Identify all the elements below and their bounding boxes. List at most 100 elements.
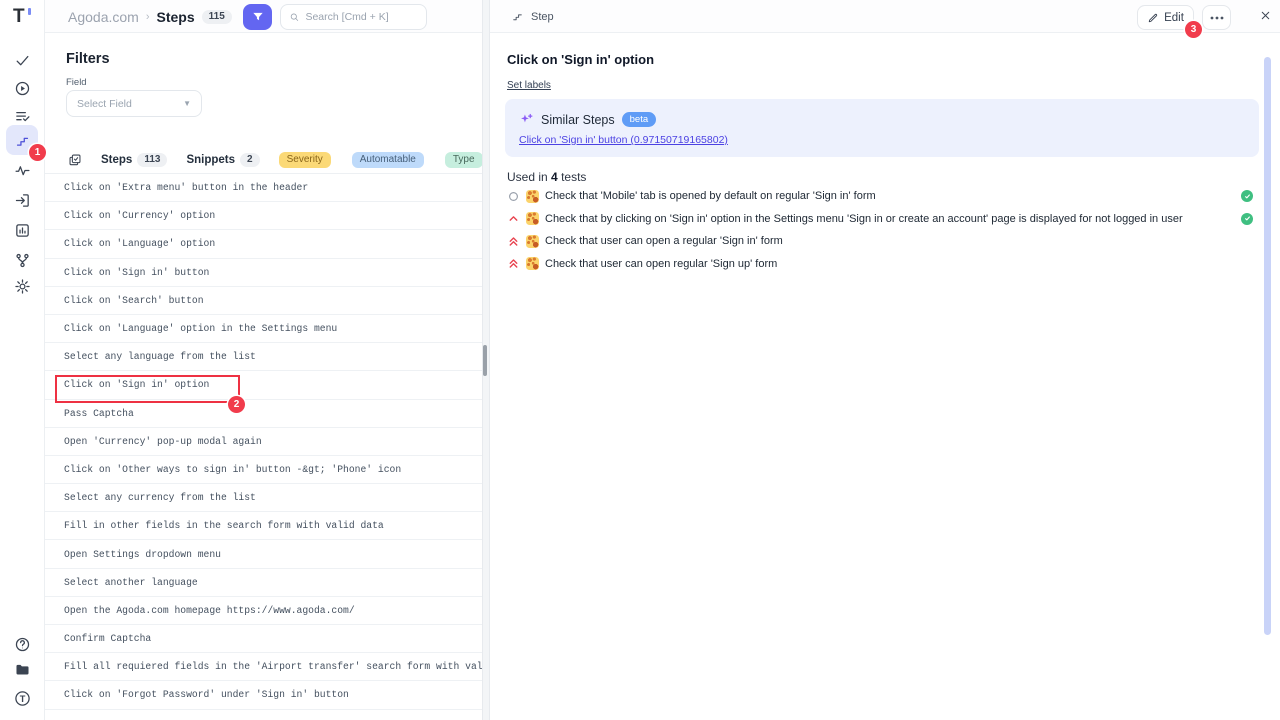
- test-row[interactable]: Check that user can open a regular 'Sign…: [490, 234, 1280, 248]
- step-row-text: Select any language from the list: [64, 351, 256, 362]
- filter-button[interactable]: [243, 4, 272, 30]
- test-row[interactable]: Check that by clicking on 'Sign in' opti…: [490, 212, 1280, 226]
- step-row-text: Select any currency from the list: [64, 492, 256, 503]
- step-row[interactable]: Click on 'Language' option in the Settin…: [45, 315, 482, 343]
- sidebar-item-logo-circle[interactable]: T: [6, 684, 38, 712]
- step-row[interactable]: Select another language: [45, 569, 482, 597]
- panel-close-button[interactable]: [1259, 9, 1272, 22]
- tab-snippets-count: 2: [240, 153, 260, 167]
- test-title: Check that 'Mobile' tab is opened by def…: [545, 190, 876, 202]
- steps-total-badge: 115: [202, 10, 232, 24]
- pencil-icon: [1147, 12, 1159, 24]
- sidebar-item-import[interactable]: [6, 186, 38, 214]
- step-row-text: Click on 'Sign in' option: [64, 379, 209, 390]
- similar-steps-title: Similar Steps: [541, 113, 615, 127]
- step-row[interactable]: Fill all requiered fields in the 'Airpor…: [45, 653, 482, 681]
- step-row-text: Open the Agoda.com homepage https://www.…: [64, 605, 355, 616]
- filter-tag-automatable[interactable]: Automatable: [352, 152, 424, 168]
- step-row[interactable]: Click on 'Forgot Password' under 'Sign i…: [45, 681, 482, 709]
- priority-highest-icon: [507, 257, 520, 270]
- sidebar-item-play-circle[interactable]: [6, 74, 38, 102]
- step-row-text: Click on 'Language' option: [64, 238, 215, 249]
- set-labels-link[interactable]: Set labels: [507, 80, 551, 91]
- step-row[interactable]: Click on 'Language' option: [45, 230, 482, 258]
- sidebar-item-help[interactable]: [6, 630, 38, 658]
- report-icon: [14, 222, 31, 239]
- test-row[interactable]: Check that 'Mobile' tab is opened by def…: [490, 189, 1280, 203]
- check-small-icon: [1243, 192, 1252, 201]
- folder-icon: [14, 661, 31, 678]
- filters-title: Filters: [66, 51, 110, 67]
- test-title: Check that by clicking on 'Sign in' opti…: [545, 213, 1183, 225]
- tab-snippets[interactable]: Snippets 2: [186, 153, 259, 167]
- step-row[interactable]: Click on 'Sign in' button: [45, 259, 482, 287]
- step-row-text: Click on 'Sign in' button: [64, 267, 209, 278]
- step-row-text: Open 'Currency' pop-up modal again: [64, 436, 262, 447]
- app-logo[interactable]: T: [13, 6, 37, 30]
- step-row-text: Pass Captcha: [64, 408, 134, 419]
- step-row[interactable]: Open Settings dropdown menu: [45, 540, 482, 568]
- step-row[interactable]: Click on 'Search' button: [45, 287, 482, 315]
- step-row[interactable]: Fill in other fields in the search form …: [45, 512, 482, 540]
- step-row-text: Click on 'Forgot Password' under 'Sign i…: [64, 689, 349, 700]
- annotation-badge-1: 1: [29, 144, 46, 161]
- similar-step-link[interactable]: Click on 'Sign in' button (0.97150719165…: [519, 134, 728, 146]
- step-row-text: Fill in other fields in the search form …: [64, 520, 384, 531]
- steps-list: 2 Click on 'Extra menu' button in the he…: [45, 174, 482, 720]
- step-row[interactable]: Open the Agoda.com homepage https://www.…: [45, 597, 482, 625]
- step-row[interactable]: Click on 'Other ways to sign in' button …: [45, 456, 482, 484]
- annotation-badge-2: 2: [228, 396, 245, 413]
- steps-panel: Agoda.com › Steps 115 Filters Field Sele…: [45, 0, 482, 720]
- sidebar-item-check[interactable]: [6, 46, 38, 74]
- step-row[interactable]: Select any currency from the list: [45, 484, 482, 512]
- step-row[interactable]: Click on 'Extra menu' button in the head…: [45, 174, 482, 202]
- tab-steps-count: 113: [137, 153, 167, 167]
- left-scrollbar-thumb[interactable]: [483, 345, 487, 376]
- step-row[interactable]: Confirm Captcha: [45, 625, 482, 653]
- test-emoji-icon: [526, 257, 539, 270]
- test-row[interactable]: Check that user can open regular 'Sign u…: [490, 257, 1280, 271]
- logo-tick-mark: [28, 8, 31, 15]
- beta-badge: beta: [622, 112, 657, 127]
- steps-icon: [511, 10, 524, 23]
- sidebar-item-gear[interactable]: [6, 272, 38, 300]
- tab-steps-label: Steps: [101, 154, 132, 166]
- similar-steps-box: Similar Steps beta Click on 'Sign in' bu…: [505, 99, 1259, 157]
- step-row[interactable]: Click on 'Sign in' option: [45, 371, 482, 399]
- left-header: Agoda.com › Steps 115: [45, 0, 482, 33]
- check-icon: [14, 52, 31, 69]
- svg-text:T: T: [19, 693, 25, 703]
- tab-steps[interactable]: Steps 113: [101, 153, 167, 167]
- sparkles-icon: [519, 112, 534, 127]
- step-row[interactable]: Open 'Currency' pop-up modal again: [45, 428, 482, 456]
- field-select[interactable]: Select Field ▼: [66, 90, 202, 117]
- right-scrollbar-thumb[interactable]: [1264, 57, 1271, 635]
- step-row[interactable]: Select any language from the list: [45, 343, 482, 371]
- sidebar-item-folder[interactable]: [6, 655, 38, 683]
- breadcrumb-project[interactable]: Agoda.com: [68, 9, 139, 25]
- step-row-text: Click on 'Other ways to sign in' button …: [64, 464, 401, 475]
- pulse-icon: [14, 162, 31, 179]
- close-icon: [1259, 9, 1272, 22]
- sidebar-item-branch[interactable]: [6, 246, 38, 274]
- copy-check-icon[interactable]: [68, 153, 82, 167]
- filter-tag-severity[interactable]: Severity: [279, 152, 331, 168]
- priority-high-icon: [507, 212, 520, 225]
- panel-header: Step Edit 3: [490, 0, 1280, 33]
- filter-tag-type[interactable]: Type: [445, 152, 483, 168]
- search-box[interactable]: [280, 4, 427, 30]
- ellipsis-icon: [1210, 16, 1224, 20]
- test-emoji-icon: [526, 235, 539, 248]
- step-row[interactable]: Pass Captcha: [45, 400, 482, 428]
- tab-snippets-label: Snippets: [186, 154, 235, 166]
- step-row-text: Select another language: [64, 577, 198, 588]
- test-title: Check that user can open regular 'Sign u…: [545, 258, 777, 270]
- logo-letter: T: [13, 6, 24, 27]
- step-row-text: Click on 'Currency' option: [64, 210, 215, 221]
- search-input[interactable]: [305, 11, 418, 23]
- field-select-value: Select Field: [77, 98, 132, 110]
- sidebar-item-report[interactable]: [6, 216, 38, 244]
- step-row[interactable]: Click on 'Currency' option: [45, 202, 482, 230]
- funnel-icon: [251, 10, 265, 24]
- more-options-button[interactable]: [1202, 5, 1231, 30]
